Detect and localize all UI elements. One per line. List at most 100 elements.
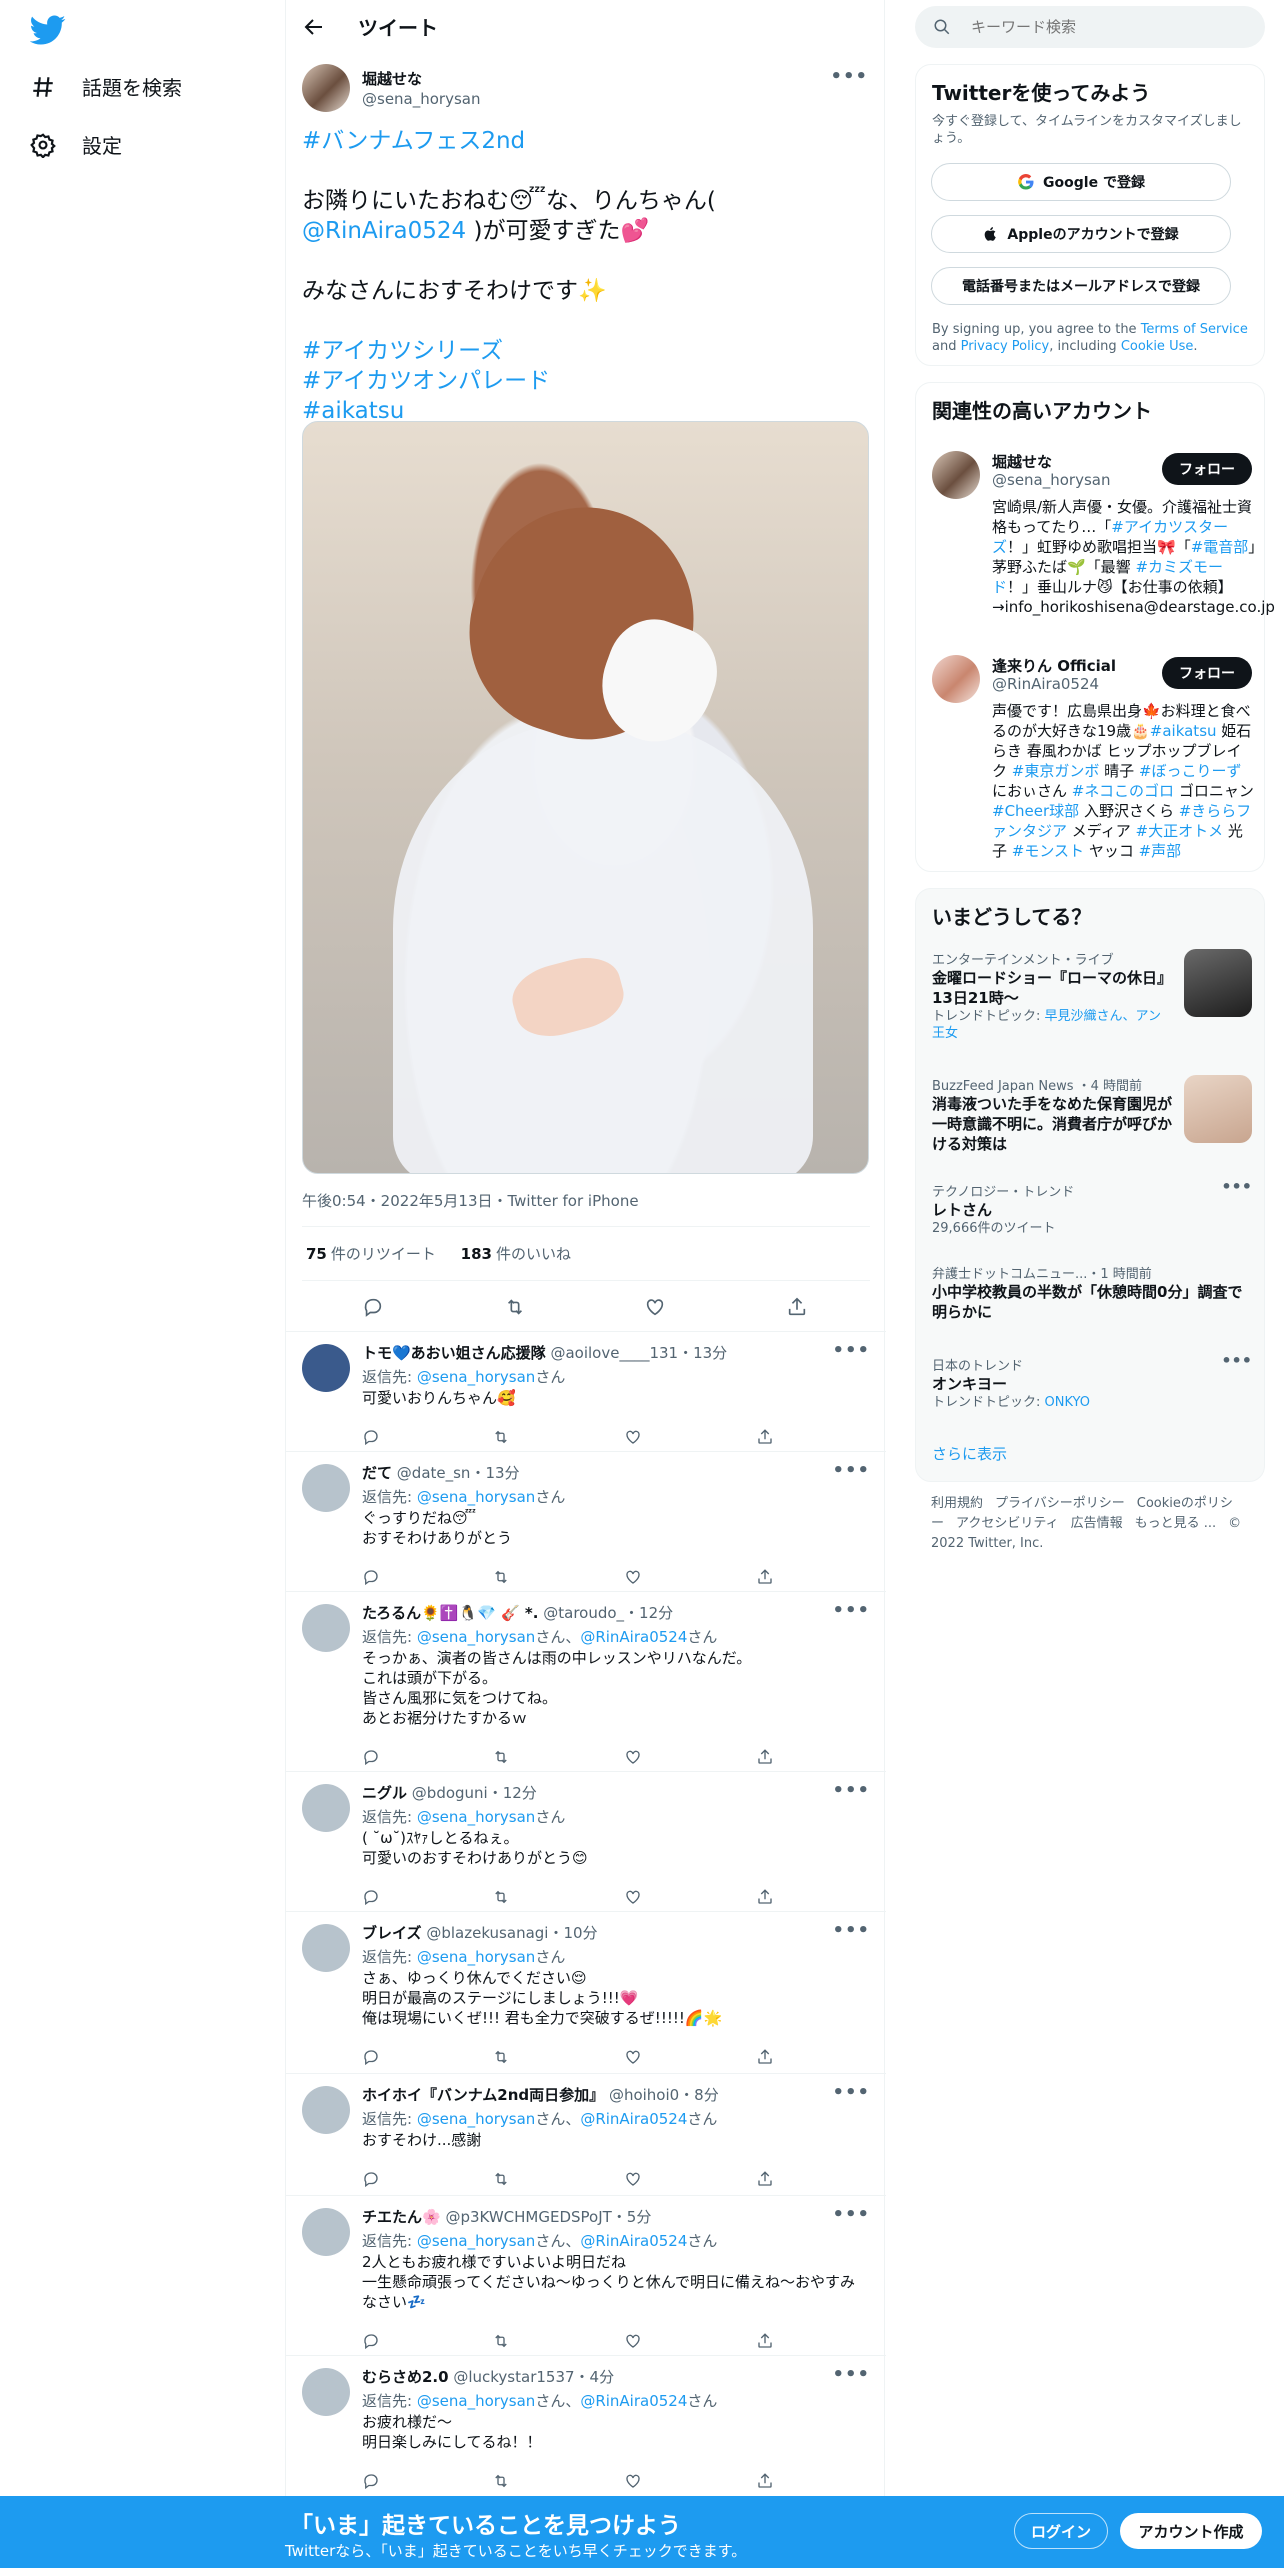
inline-link[interactable]: #ぼっこりーず (1139, 762, 1242, 780)
search-input[interactable] (971, 14, 1241, 40)
like-icon[interactable] (624, 2048, 642, 2066)
like-icon[interactable] (624, 2332, 642, 2350)
tweet-photo[interactable] (302, 421, 869, 1174)
retweet-icon[interactable] (492, 2332, 510, 2350)
retweet-icon[interactable] (492, 2048, 510, 2066)
reply-tweet[interactable]: たろるん🌻✝️🐧💎 🎸 *. @taroudo_・12分 ••• 返信先: @sen… (286, 1591, 886, 1771)
inline-link[interactable]: Privacy Policy (961, 339, 1050, 354)
avatar[interactable] (932, 451, 980, 499)
footer-link[interactable]: アクセシビリティ (956, 1516, 1059, 1531)
inline-link[interactable]: Terms of Service (1141, 322, 1248, 337)
avatar[interactable] (302, 2368, 350, 2416)
trend-item[interactable]: 弁護士ドットコムニュー...・1 時間前 小中学校教員の半数が「休憩時間0分」調査… (932, 1263, 1252, 1322)
inline-link[interactable]: @sena_horysan (417, 2110, 535, 2128)
inline-link[interactable]: @RinAira0524 (580, 2110, 687, 2128)
retweet-icon[interactable] (492, 1888, 510, 1906)
reply-author-name[interactable]: トモ💙あおい姐さん応援隊 (362, 1344, 546, 1362)
like-icon[interactable] (624, 2472, 642, 2490)
author-handle[interactable]: @sena_horysan (362, 90, 480, 108)
like-stat[interactable]: 183 件のいいね (461, 1245, 571, 1263)
inline-link[interactable]: #電音部 (1191, 538, 1249, 556)
inline-link[interactable]: @sena_horysan (417, 1808, 535, 1826)
account-name[interactable]: 堀越せな (992, 451, 1052, 472)
like-icon[interactable] (624, 2170, 642, 2188)
inline-link[interactable]: #Cheer球部 (992, 802, 1079, 820)
login-button[interactable]: ログイン (1014, 2513, 1108, 2549)
footer-link[interactable]: プライバシーポリシー (995, 1496, 1125, 1511)
reply-author-name[interactable]: ブレイズ (362, 1924, 422, 1942)
share-icon[interactable] (756, 1888, 774, 1906)
apple-signup-button[interactable]: Appleのアカウントで登録 (931, 215, 1231, 253)
follow-button[interactable]: フォロー (1162, 453, 1252, 485)
follow-button[interactable]: フォロー (1162, 657, 1252, 689)
trend-item[interactable]: テクノロジー・トレンド レトさん 29,666件のツイート ••• (932, 1177, 1252, 1237)
retweet-icon[interactable] (492, 1428, 510, 1446)
retweet-icon[interactable] (492, 2170, 510, 2188)
reply-author-name[interactable]: たろるん🌻✝️🐧💎 🎸 *. (362, 1604, 538, 1622)
reply-icon[interactable] (362, 1428, 380, 1446)
more-options-icon[interactable]: ••• (832, 1780, 870, 1801)
inline-link[interactable]: @sena_horysan (417, 2232, 535, 2250)
more-options-icon[interactable]: ••• (832, 2204, 870, 2225)
inline-link[interactable]: @sena_horysan (417, 1628, 535, 1646)
inline-link[interactable]: #モンスト (1012, 842, 1084, 860)
account-handle[interactable]: @RinAira0524 (992, 675, 1099, 693)
inline-link[interactable]: Cookie Use (1121, 339, 1194, 354)
share-icon[interactable] (756, 1568, 774, 1586)
avatar[interactable] (302, 1784, 350, 1832)
reply-author-handle[interactable]: @taroudo_・12分 (543, 1604, 673, 1622)
more-options-icon[interactable]: ••• (832, 1340, 870, 1361)
trend-item[interactable]: 日本のトレンド オンキヨー トレンドトピック: ONKYO ••• (932, 1351, 1252, 1411)
footer-link[interactable]: 広告情報 (1071, 1516, 1123, 1531)
nav-settings[interactable]: 設定 (30, 130, 122, 159)
search-bar[interactable] (915, 6, 1265, 48)
reply-author-handle[interactable]: @date_sn・13分 (397, 1464, 520, 1482)
reply-icon[interactable] (362, 2332, 380, 2350)
more-options-icon[interactable]: ••• (832, 2364, 870, 2385)
tweet-timestamp[interactable]: 午後0:54・2022年5月13日・Twitter for iPhone (302, 1190, 639, 1211)
reply-author-handle[interactable]: @luckystar1537・4分 (453, 2368, 614, 2386)
retweet-stat[interactable]: 75 件のリツイート (306, 1245, 436, 1263)
reply-author-handle[interactable]: @aoilove____131・13分 (550, 1344, 727, 1362)
author-name[interactable]: 堀越せな (362, 68, 422, 89)
more-options-icon[interactable]: ••• (832, 1460, 870, 1481)
like-icon[interactable] (624, 1428, 642, 1446)
retweet-icon[interactable] (504, 1296, 526, 1318)
share-icon[interactable] (756, 2332, 774, 2350)
more-options-icon[interactable]: ••• (832, 2082, 870, 2103)
twitter-logo-icon[interactable] (29, 12, 66, 48)
inline-link[interactable]: #東京ガンボ (1012, 762, 1100, 780)
inline-link[interactable]: #バンナムフェス2nd (302, 128, 525, 154)
reply-author-handle[interactable]: @bdoguni・12分 (412, 1784, 537, 1802)
share-icon[interactable] (756, 2472, 774, 2490)
reply-icon[interactable] (362, 2048, 380, 2066)
reply-author-handle[interactable]: @p3KWCHMGEDSPoJT・5分 (445, 2208, 651, 2226)
google-signup-button[interactable]: Google で登録 (931, 163, 1231, 201)
reply-author-name[interactable]: だて (362, 1464, 392, 1482)
reply-tweet[interactable]: ブレイズ @blazekusanagi・10分 ••• 返信先: @sena_hor… (286, 1911, 886, 2073)
like-icon[interactable] (624, 1568, 642, 1586)
inline-link[interactable]: #アイカツオンパレード (302, 368, 550, 394)
share-icon[interactable] (756, 1428, 774, 1446)
reply-icon[interactable] (362, 1296, 384, 1318)
reply-icon[interactable] (362, 2472, 380, 2490)
retweet-icon[interactable] (492, 2472, 510, 2490)
like-icon[interactable] (624, 1748, 642, 1766)
account-name[interactable]: 逢来りん Official (992, 655, 1116, 676)
more-options-icon[interactable]: ••• (1221, 1351, 1252, 1370)
more-options-icon[interactable]: ••• (1221, 1177, 1252, 1196)
signup-button[interactable]: アカウント作成 (1120, 2513, 1262, 2549)
inline-link[interactable]: @sena_horysan (417, 1488, 535, 1506)
inline-link[interactable]: @RinAira0524 (302, 218, 466, 244)
phone-signup-button[interactable]: 電話番号またはメールアドレスで登録 (931, 267, 1231, 305)
avatar[interactable] (302, 1604, 350, 1652)
reply-tweet[interactable]: ホイホイ『バンナム2nd両日参加』 @hoihoi0・8分 ••• 返信先: @se… (286, 2073, 886, 2195)
more-options-icon[interactable]: ••• (832, 1600, 870, 1621)
avatar[interactable] (932, 655, 980, 703)
inline-link[interactable]: #アイカツシリーズ (302, 338, 503, 364)
reply-tweet[interactable]: チエたん🌸 @p3KWCHMGEDSPoJT・5分 ••• 返信先: @sena_h… (286, 2195, 886, 2355)
retweet-icon[interactable] (492, 1568, 510, 1586)
reply-author-handle[interactable]: @hoihoi0・8分 (609, 2086, 719, 2104)
inline-link[interactable]: @sena_horysan (417, 2392, 535, 2410)
share-icon[interactable] (786, 1296, 808, 1318)
